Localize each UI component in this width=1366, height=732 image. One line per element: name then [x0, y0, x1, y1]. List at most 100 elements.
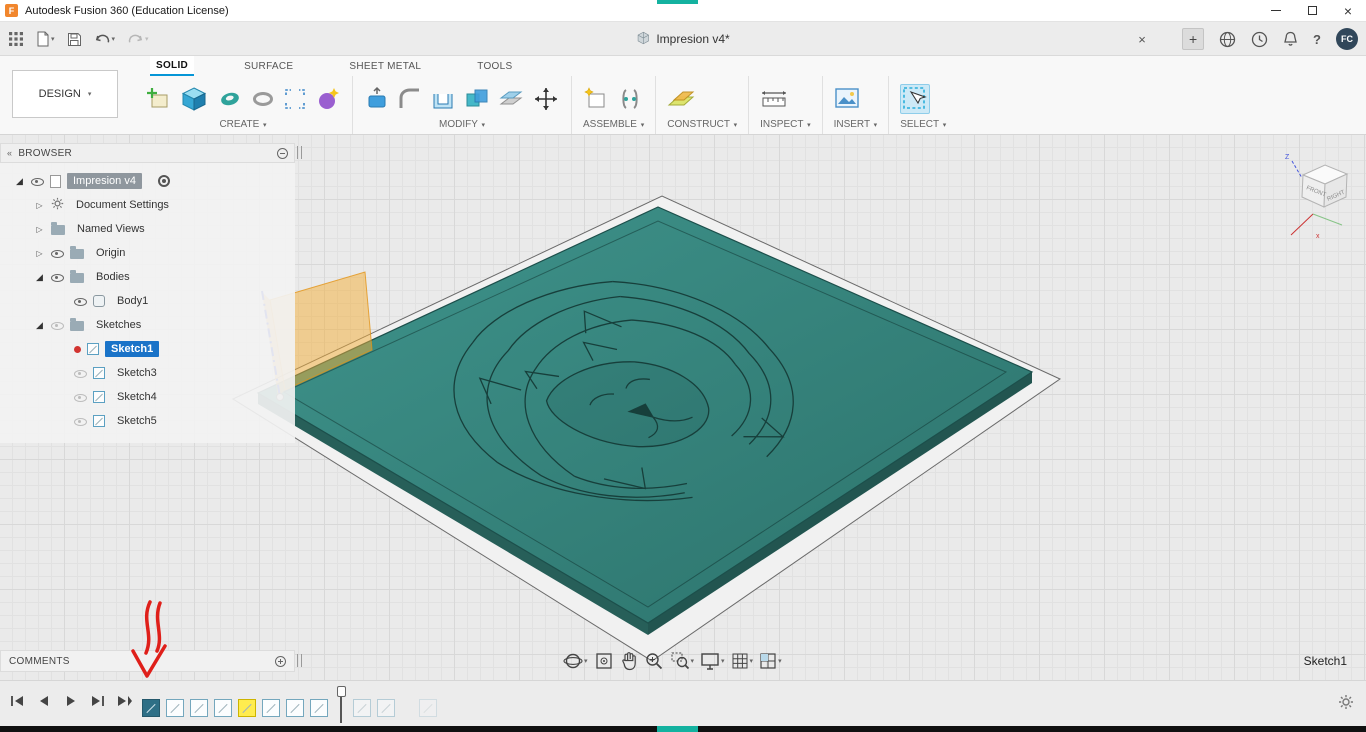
- timeline-position-marker[interactable]: [336, 686, 346, 723]
- group-label-construct[interactable]: CONSTRUCT: [667, 119, 730, 130]
- timeline-feature-rolled-back[interactable]: [353, 699, 371, 717]
- view-cube[interactable]: Z FRONT RIGHT x: [1285, 154, 1349, 240]
- pan-hand-button[interactable]: [620, 651, 638, 671]
- visibility-eye-icon[interactable]: [51, 271, 64, 284]
- group-label-inspect[interactable]: INSPECT: [760, 119, 803, 130]
- close-window-button[interactable]: ×: [1330, 0, 1366, 22]
- tree-label[interactable]: Sketches: [90, 317, 147, 333]
- collapse-icon[interactable]: ▷: [34, 201, 45, 210]
- app-grid-icon[interactable]: [8, 31, 24, 47]
- tree-label[interactable]: Named Views: [71, 221, 151, 237]
- offset-face-button[interactable]: [498, 86, 524, 112]
- tree-row-sketch1[interactable]: Sketch1: [0, 337, 295, 361]
- redo-button[interactable]: ▾: [127, 32, 149, 46]
- timeline-feature-sketch[interactable]: [286, 699, 304, 717]
- undo-button[interactable]: ▾: [94, 32, 115, 46]
- panel-minimize-icon[interactable]: [277, 147, 288, 159]
- extensions-globe-icon[interactable]: [1219, 31, 1236, 48]
- visibility-eye-icon[interactable]: [74, 295, 87, 308]
- timeline-feature-base[interactable]: [142, 699, 160, 717]
- go-to-end-button[interactable]: [116, 692, 134, 710]
- timeline-feature-highlighted[interactable]: [238, 699, 256, 717]
- tab-tools[interactable]: TOOLS: [471, 56, 518, 76]
- press-pull-button[interactable]: [364, 86, 390, 112]
- timeline-feature-sketch[interactable]: [190, 699, 208, 717]
- tree-label[interactable]: Document Settings: [70, 197, 175, 213]
- comments-panel-handle[interactable]: [297, 654, 302, 667]
- browser-header[interactable]: « BROWSER: [0, 143, 295, 163]
- fillet-button[interactable]: [398, 87, 422, 111]
- 3d-viewport[interactable]: Z FRONT RIGHT x « BROWSER ◢ Impresion v4…: [0, 135, 1366, 680]
- tree-label[interactable]: Body1: [111, 293, 154, 309]
- orbit-button[interactable]: ▾: [563, 651, 588, 671]
- tab-surface[interactable]: SURFACE: [238, 56, 299, 76]
- step-forward-button[interactable]: [89, 692, 107, 710]
- expand-icon[interactable]: ◢: [14, 176, 25, 187]
- group-label-assemble[interactable]: ASSEMBLE: [583, 119, 637, 130]
- file-menu-button[interactable]: ▾: [36, 31, 55, 47]
- timeline-feature-sketch[interactable]: [214, 699, 232, 717]
- group-label-modify[interactable]: MODIFY: [439, 119, 478, 130]
- tree-label[interactable]: Sketch4: [111, 389, 163, 405]
- tab-solid[interactable]: SOLID: [150, 56, 195, 76]
- comments-bar[interactable]: COMMENTS: [0, 650, 295, 672]
- group-label-insert[interactable]: INSERT: [834, 119, 870, 130]
- select-tool-button[interactable]: [900, 84, 931, 114]
- timeline-feature-sketch[interactable]: [310, 699, 328, 717]
- tree-row-root[interactable]: ◢ Impresion v4: [0, 169, 295, 193]
- new-component-button[interactable]: [583, 86, 609, 112]
- visibility-eye-icon[interactable]: [51, 319, 64, 332]
- expand-comments-icon[interactable]: [275, 655, 286, 667]
- notifications-bell-icon[interactable]: [1283, 31, 1298, 47]
- collapse-icon[interactable]: ▷: [34, 249, 45, 258]
- move-copy-button[interactable]: [532, 85, 560, 113]
- create-sketch-button[interactable]: [145, 86, 171, 112]
- timeline-feature-sketch[interactable]: [262, 699, 280, 717]
- group-label-select[interactable]: SELECT: [900, 119, 939, 130]
- create-form-button[interactable]: [179, 84, 209, 114]
- tree-row-sketch3[interactable]: Sketch3: [0, 361, 295, 385]
- step-back-button[interactable]: [35, 692, 53, 710]
- job-status-clock-icon[interactable]: [1251, 31, 1268, 48]
- coil-button[interactable]: [251, 87, 275, 111]
- expand-icon[interactable]: ◢: [34, 272, 45, 283]
- visibility-eye-icon[interactable]: [51, 247, 64, 260]
- zoom-window-button[interactable]: ▾: [670, 651, 694, 671]
- collapse-icon[interactable]: ▷: [34, 225, 45, 234]
- maximize-button[interactable]: [1294, 0, 1330, 22]
- timeline-settings-gear-icon[interactable]: [1338, 694, 1354, 715]
- joint-button[interactable]: [617, 86, 643, 112]
- visibility-eye-icon[interactable]: [31, 175, 44, 188]
- tree-row-sketch4[interactable]: Sketch4: [0, 385, 295, 409]
- user-avatar[interactable]: FC: [1336, 28, 1358, 50]
- minimize-button[interactable]: [1258, 0, 1294, 22]
- tree-row-sketch5[interactable]: Sketch5: [0, 409, 295, 433]
- tree-row-sketches[interactable]: ◢ Sketches: [0, 313, 295, 337]
- tree-label[interactable]: Impresion v4: [67, 173, 142, 189]
- timeline-feature-sketch[interactable]: [166, 699, 184, 717]
- tree-label[interactable]: Sketch1: [105, 341, 160, 357]
- browser-panel-handle[interactable]: [297, 146, 302, 159]
- viewports-button[interactable]: ▾: [759, 652, 782, 670]
- timeline-feature-suppressed[interactable]: [419, 699, 437, 717]
- display-settings-button[interactable]: ▾: [700, 652, 725, 670]
- zoom-button[interactable]: [644, 651, 664, 671]
- tree-label[interactable]: Sketch3: [111, 365, 163, 381]
- save-button[interactable]: [67, 32, 82, 47]
- workspace-selector[interactable]: DESIGN ▾: [12, 70, 118, 118]
- tree-label[interactable]: Origin: [90, 245, 131, 261]
- tree-row-origin[interactable]: ▷ Origin: [0, 241, 295, 265]
- pattern-button[interactable]: [283, 87, 307, 111]
- new-tab-button[interactable]: +: [1182, 28, 1205, 50]
- expand-icon[interactable]: ◢: [34, 320, 45, 331]
- tree-row-document-settings[interactable]: ▷ Document Settings: [0, 193, 295, 217]
- timeline-feature-rolled-back[interactable]: [377, 699, 395, 717]
- tree-label[interactable]: Bodies: [90, 269, 136, 285]
- play-button[interactable]: [62, 692, 80, 710]
- look-at-button[interactable]: [594, 651, 614, 671]
- visibility-eye-icon[interactable]: [74, 415, 87, 428]
- tree-row-body1[interactable]: Body1: [0, 289, 295, 313]
- measure-button[interactable]: [760, 87, 788, 111]
- insert-canvas-button[interactable]: [834, 87, 860, 111]
- grid-layout-button[interactable]: ▾: [731, 652, 753, 670]
